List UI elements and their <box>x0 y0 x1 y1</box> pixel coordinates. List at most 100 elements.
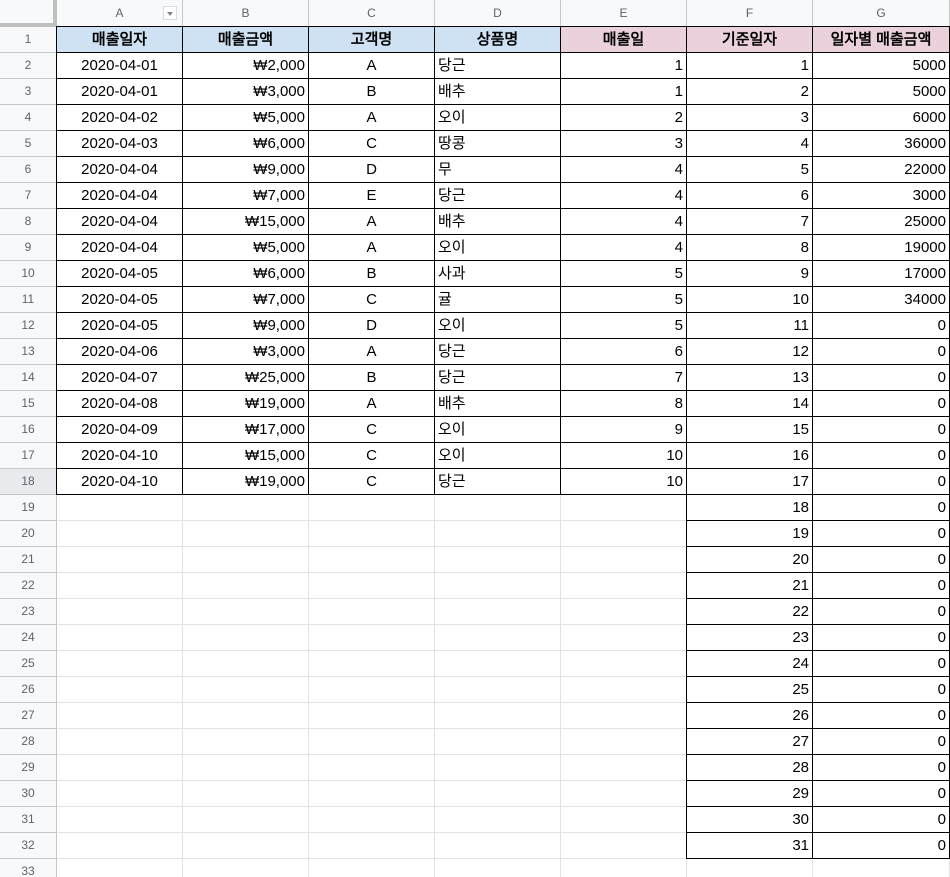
sale-day-cell[interactable]: 4 <box>560 234 687 261</box>
sale-day-cell[interactable]: 4 <box>560 156 687 183</box>
sale-date-cell[interactable]: 2020-04-01 <box>56 52 183 79</box>
daily-total-cell[interactable]: 0 <box>812 338 950 365</box>
reference-day-cell[interactable]: 11 <box>686 312 813 339</box>
reference-day-cell[interactable]: 28 <box>686 754 813 781</box>
daily-total-cell[interactable]: 0 <box>812 598 950 625</box>
sale-amount-cell[interactable]: ₩5,000 <box>182 234 309 261</box>
daily-total-cell[interactable]: 0 <box>812 442 950 469</box>
sale-date-cell[interactable]: 2020-04-07 <box>56 364 183 391</box>
header-cell-a[interactable]: 매출일자 <box>56 26 183 53</box>
sale-day-cell[interactable]: 6 <box>560 338 687 365</box>
reference-day-cell[interactable]: 27 <box>686 728 813 755</box>
daily-total-cell[interactable]: 0 <box>812 520 950 547</box>
sale-date-cell[interactable]: 2020-04-08 <box>56 390 183 417</box>
sale-day-cell[interactable]: 3 <box>560 130 687 157</box>
daily-total-cell[interactable]: 17000 <box>812 260 950 287</box>
daily-total-cell[interactable]: 3000 <box>812 182 950 209</box>
customer-cell[interactable]: A <box>308 234 435 261</box>
sale-day-cell[interactable]: 2 <box>560 104 687 131</box>
product-cell[interactable]: 땅콩 <box>434 130 561 157</box>
daily-total-cell[interactable]: 0 <box>812 364 950 391</box>
daily-total-cell[interactable]: 0 <box>812 416 950 443</box>
sale-day-cell[interactable]: 5 <box>560 312 687 339</box>
daily-total-cell[interactable]: 5000 <box>812 52 950 79</box>
daily-total-cell[interactable]: 0 <box>812 754 950 781</box>
reference-day-cell[interactable]: 1 <box>686 52 813 79</box>
daily-total-cell[interactable]: 0 <box>812 780 950 807</box>
sale-amount-cell[interactable]: ₩17,000 <box>182 416 309 443</box>
sale-amount-cell[interactable]: ₩3,000 <box>182 78 309 105</box>
row-header[interactable]: 12 <box>0 313 57 339</box>
daily-total-cell[interactable]: 0 <box>812 676 950 703</box>
customer-cell[interactable]: C <box>308 130 435 157</box>
reference-day-cell[interactable]: 15 <box>686 416 813 443</box>
daily-total-cell[interactable]: 0 <box>812 494 950 521</box>
row-header[interactable]: 11 <box>0 287 57 313</box>
daily-total-cell[interactable]: 19000 <box>812 234 950 261</box>
select-all-corner[interactable] <box>0 0 57 27</box>
row-header[interactable]: 15 <box>0 391 57 417</box>
reference-day-cell[interactable]: 20 <box>686 546 813 573</box>
daily-total-cell[interactable]: 0 <box>812 832 950 859</box>
reference-day-cell[interactable]: 30 <box>686 806 813 833</box>
customer-cell[interactable]: C <box>308 468 435 495</box>
reference-day-cell[interactable]: 23 <box>686 624 813 651</box>
header-cell-g[interactable]: 일자별 매출금액 <box>812 26 950 53</box>
daily-total-cell[interactable]: 0 <box>812 572 950 599</box>
sale-amount-cell[interactable]: ₩25,000 <box>182 364 309 391</box>
sale-amount-cell[interactable]: ₩9,000 <box>182 312 309 339</box>
daily-total-cell[interactable]: 0 <box>812 546 950 573</box>
customer-cell[interactable]: E <box>308 182 435 209</box>
column-header-f[interactable]: F <box>687 0 813 27</box>
daily-total-cell[interactable]: 6000 <box>812 104 950 131</box>
sale-date-cell[interactable]: 2020-04-04 <box>56 182 183 209</box>
product-cell[interactable]: 당근 <box>434 338 561 365</box>
header-cell-e[interactable]: 매출일 <box>560 26 687 53</box>
daily-total-cell[interactable]: 5000 <box>812 78 950 105</box>
sale-day-cell[interactable]: 4 <box>560 182 687 209</box>
product-cell[interactable]: 오이 <box>434 416 561 443</box>
sale-date-cell[interactable]: 2020-04-01 <box>56 78 183 105</box>
product-cell[interactable]: 오이 <box>434 442 561 469</box>
sale-day-cell[interactable]: 1 <box>560 52 687 79</box>
sale-date-cell[interactable]: 2020-04-02 <box>56 104 183 131</box>
daily-total-cell[interactable]: 0 <box>812 702 950 729</box>
customer-cell[interactable]: C <box>308 416 435 443</box>
row-header[interactable]: 4 <box>0 105 57 131</box>
product-cell[interactable]: 오이 <box>434 312 561 339</box>
filter-dropdown-icon[interactable] <box>163 6 177 20</box>
row-header[interactable]: 27 <box>0 703 57 729</box>
sale-amount-cell[interactable]: ₩2,000 <box>182 52 309 79</box>
reference-day-cell[interactable]: 25 <box>686 676 813 703</box>
product-cell[interactable]: 오이 <box>434 234 561 261</box>
daily-total-cell[interactable]: 34000 <box>812 286 950 313</box>
sale-date-cell[interactable]: 2020-04-04 <box>56 208 183 235</box>
reference-day-cell[interactable]: 4 <box>686 130 813 157</box>
row-header[interactable]: 23 <box>0 599 57 625</box>
reference-day-cell[interactable]: 18 <box>686 494 813 521</box>
row-header[interactable]: 19 <box>0 495 57 521</box>
row-header[interactable]: 8 <box>0 209 57 235</box>
product-cell[interactable]: 당근 <box>434 468 561 495</box>
product-cell[interactable]: 당근 <box>434 52 561 79</box>
row-header[interactable]: 2 <box>0 53 57 79</box>
sale-date-cell[interactable]: 2020-04-05 <box>56 260 183 287</box>
daily-total-cell[interactable]: 36000 <box>812 130 950 157</box>
daily-total-cell[interactable]: 22000 <box>812 156 950 183</box>
sale-day-cell[interactable]: 1 <box>560 78 687 105</box>
sale-date-cell[interactable]: 2020-04-04 <box>56 234 183 261</box>
sale-day-cell[interactable]: 5 <box>560 286 687 313</box>
sale-amount-cell[interactable]: ₩7,000 <box>182 182 309 209</box>
row-header[interactable]: 3 <box>0 79 57 105</box>
customer-cell[interactable]: B <box>308 78 435 105</box>
product-cell[interactable]: 무 <box>434 156 561 183</box>
sale-amount-cell[interactable]: ₩19,000 <box>182 390 309 417</box>
product-cell[interactable]: 배추 <box>434 208 561 235</box>
daily-total-cell[interactable]: 0 <box>812 468 950 495</box>
sale-day-cell[interactable]: 8 <box>560 390 687 417</box>
row-header[interactable]: 10 <box>0 261 57 287</box>
reference-day-cell[interactable]: 5 <box>686 156 813 183</box>
daily-total-cell[interactable]: 0 <box>812 312 950 339</box>
sale-amount-cell[interactable]: ₩5,000 <box>182 104 309 131</box>
row-header[interactable]: 6 <box>0 157 57 183</box>
